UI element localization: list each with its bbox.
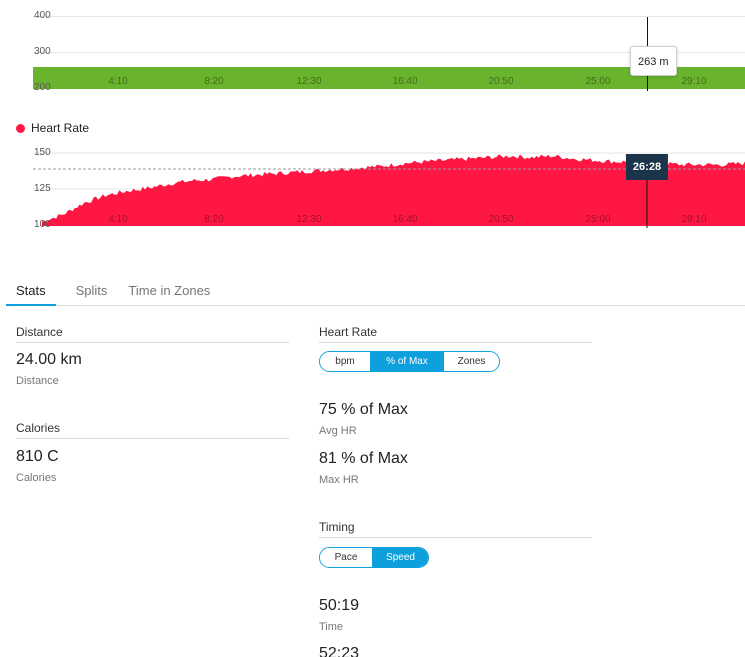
x-tick-label: 29:10 [681,214,706,225]
x-tick-label: 8:20 [204,76,224,87]
elevation-tooltip: 263 m [630,46,677,76]
time-label: Time [319,621,344,633]
tab-time-in-zones[interactable]: Time in Zones [127,276,211,306]
hr-legend-label: Heart Rate [31,121,90,135]
calories-label: Calories [16,472,57,484]
hr-cursor-time-label: 26:28 [625,154,669,180]
avg-hr-label: Avg HR [319,425,357,437]
x-tick-label: 25:00 [585,76,611,87]
y-tick-label: 100 [34,219,51,230]
max-hr-value: 81 % of Max [319,450,408,467]
stats-tabs: Stats Splits Time in Zones [6,276,745,306]
hr-legend-dot-icon [16,123,25,133]
hr-toggle-percent-max[interactable]: % of Max [370,352,443,371]
y-tick-label: 400 [34,10,51,21]
x-tick-label: 12:30 [296,76,322,87]
hr-toggle-bpm[interactable]: bpm [320,352,370,371]
x-tick-label: 25:00 [585,214,610,225]
heart-rate-header: Heart Rate [319,325,592,343]
hr-toggle-zones[interactable]: Zones [443,352,499,371]
calories-header: Calories [16,421,289,439]
time-value: 50:19 [319,597,360,614]
y-tick-label: 200 [34,82,51,93]
distance-value: 24.00 km [16,351,82,368]
timing-next-value: 52:23 [319,645,360,657]
y-tick-label: 125 [34,183,51,194]
x-tick-label: 12:30 [296,214,321,225]
calories-value: 810 C [16,448,59,465]
hr-legend[interactable]: Heart Rate [16,121,89,135]
grid-line [33,16,745,17]
tab-splits[interactable]: Splits [75,276,109,306]
heart-rate-chart[interactable]: 4:10 8:20 12:30 16:40 20:50 25:00 29:10 150 12… [0,140,745,232]
x-tick-label: 8:20 [204,214,224,225]
elevation-chart[interactable]: 400 300 200 4:10 8:20 12:30 16:40 20:50 … [0,0,745,95]
x-tick-label: 16:40 [392,76,418,87]
distance-header: Distance [16,325,289,343]
y-tick-label: 150 [34,147,51,158]
hr-unit-toggle: bpm % of Max Zones [319,351,500,372]
max-hr-label: Max HR [319,474,359,486]
tab-stats[interactable]: Stats [6,276,56,306]
y-tick-label: 300 [34,46,51,57]
x-tick-label: 4:10 [108,214,128,225]
avg-hr-value: 75 % of Max [319,401,408,418]
x-tick-label: 16:40 [392,214,417,225]
x-tick-label: 20:50 [488,76,514,87]
x-tick-label: 4:10 [108,76,128,87]
timing-unit-toggle: Pace Speed [319,547,429,568]
timing-header: Timing [319,520,592,538]
x-tick-label: 20:50 [488,214,513,225]
timing-toggle-pace[interactable]: Pace [320,548,372,567]
x-tick-label: 29:10 [681,76,707,87]
timing-toggle-speed[interactable]: Speed [372,548,428,567]
distance-label: Distance [16,375,59,387]
